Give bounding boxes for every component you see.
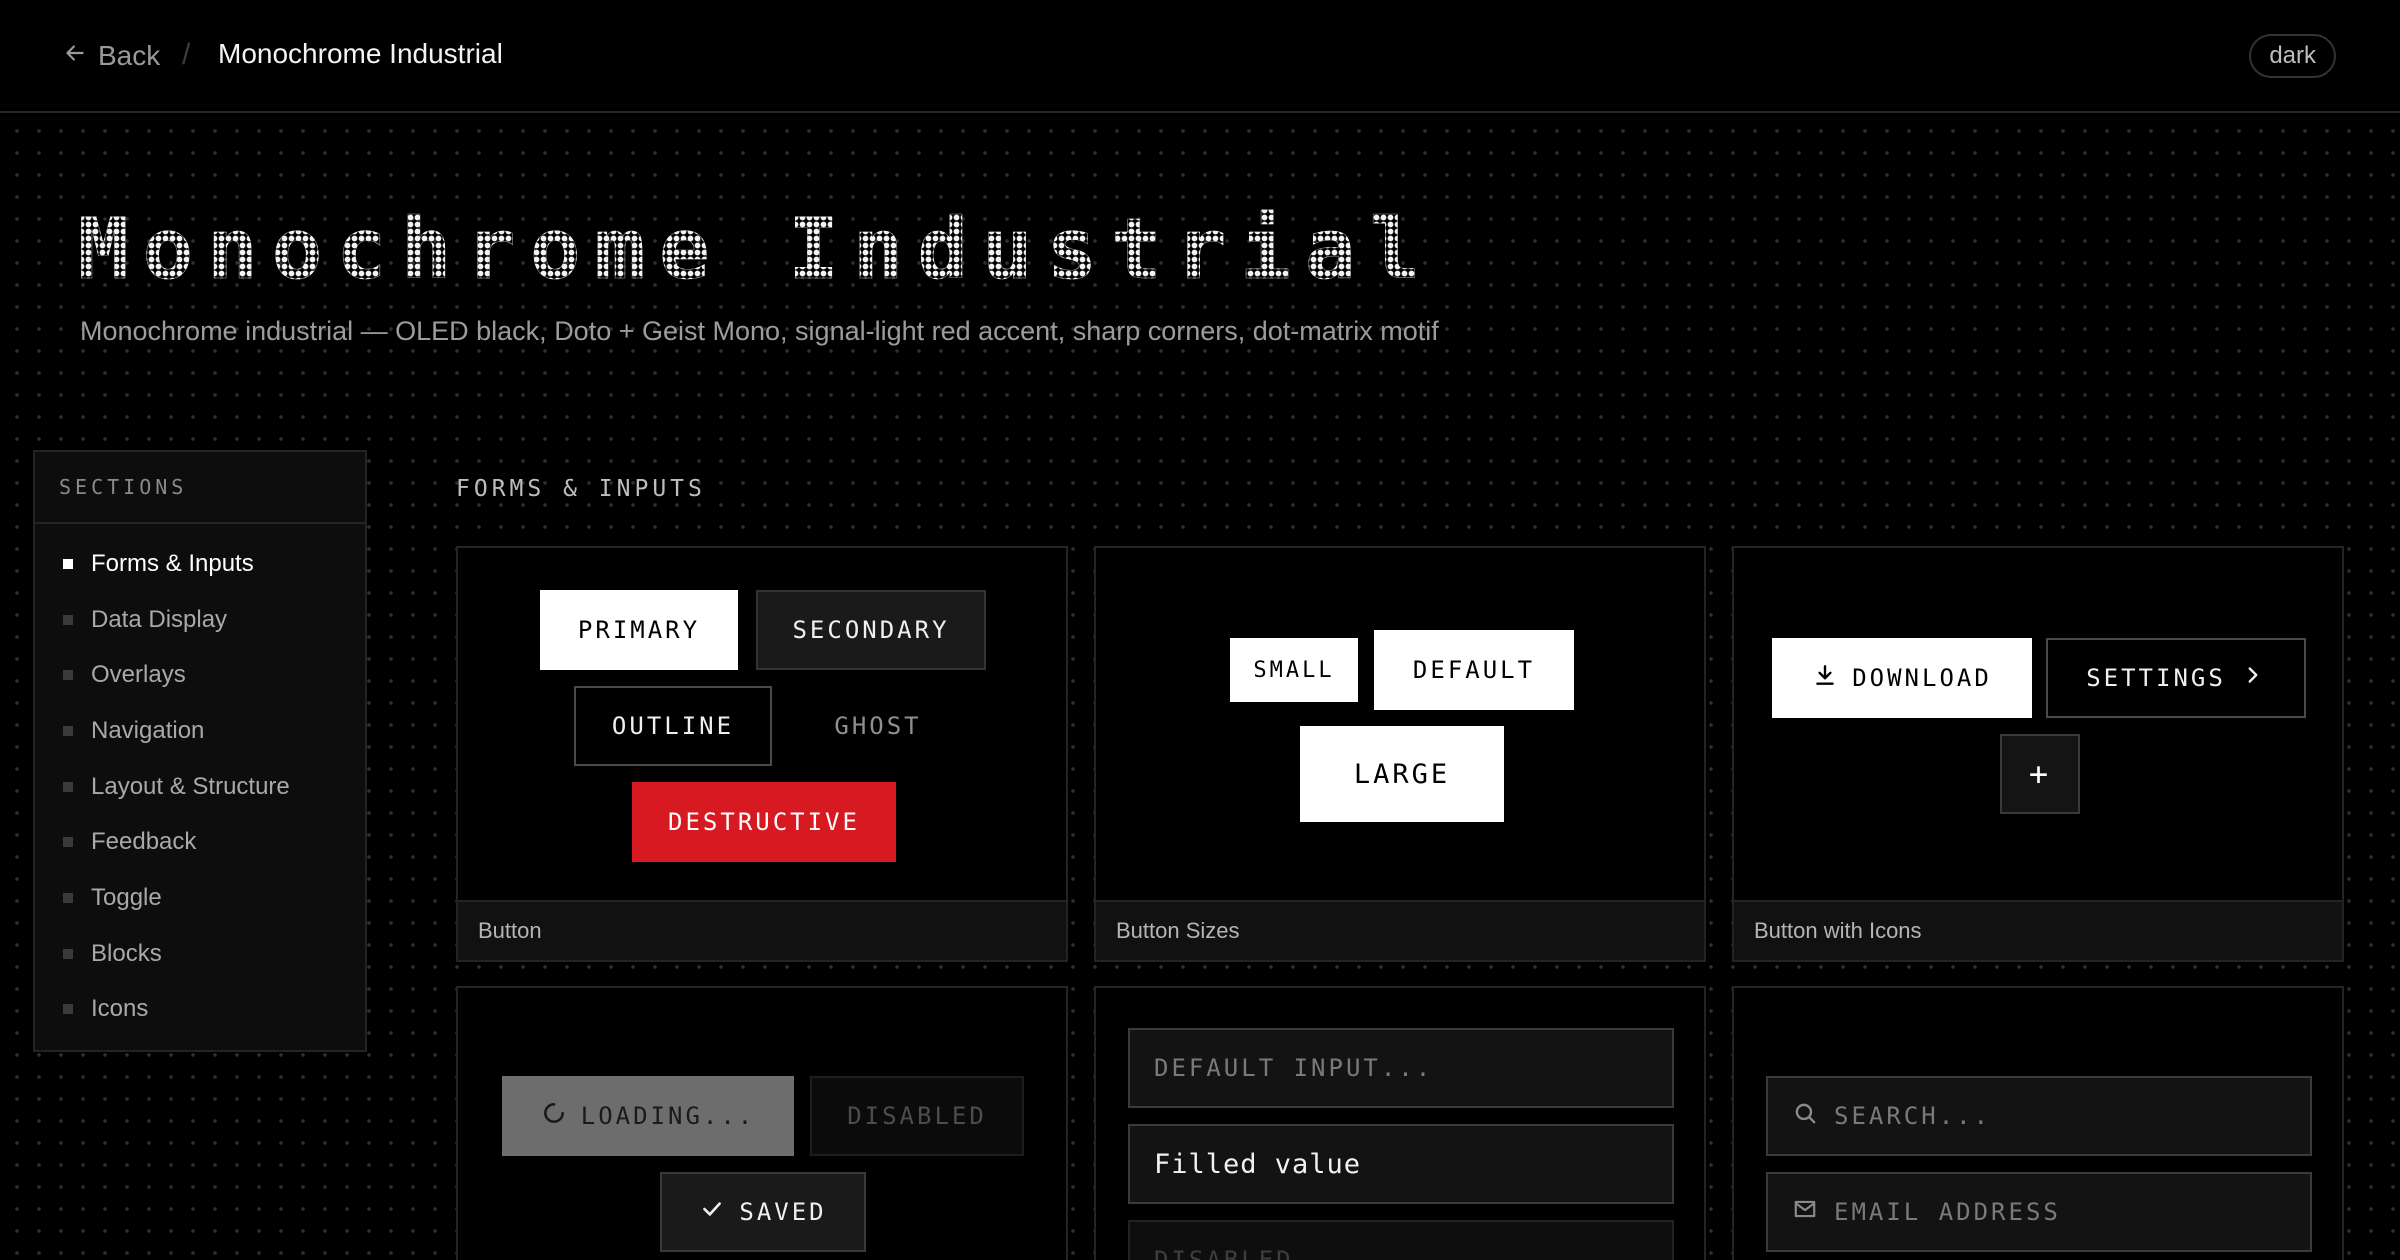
chevron-right-icon: [2240, 662, 2266, 694]
destructive-button[interactable]: DESTRUCTIVE: [632, 782, 896, 862]
saved-button[interactable]: SAVED: [660, 1172, 866, 1252]
card-footer-label: Button Sizes: [1096, 900, 1704, 960]
breadcrumb-separator: /: [182, 38, 191, 71]
breadcrumb-title: Monochrome Industrial: [218, 38, 503, 69]
sections-sidebar: SECTIONS Forms & Inputs Data Display Ove…: [33, 450, 367, 1052]
plus-icon: +: [2028, 755, 2052, 793]
sidebar-item-label: Data Display: [91, 605, 228, 633]
arrow-left-icon: [62, 40, 88, 73]
spinner-icon: [541, 1100, 567, 1132]
outline-button[interactable]: OUTLINE: [574, 686, 772, 766]
sidebar-item-navigation[interactable]: Navigation: [35, 703, 365, 759]
sidebar-item-feedback[interactable]: Feedback: [35, 814, 365, 870]
email-input[interactable]: EMAIL ADDRESS: [1766, 1172, 2312, 1252]
ghost-button[interactable]: GHOST: [788, 686, 968, 766]
search-icon: [1792, 1100, 1818, 1132]
settings-label: SETTINGS: [2086, 664, 2226, 692]
square-bullet-icon: [63, 558, 73, 569]
sidebar-heading: SECTIONS: [35, 452, 365, 524]
search-placeholder: SEARCH...: [1834, 1102, 1992, 1130]
sidebar-item-toggle[interactable]: Toggle: [35, 870, 365, 926]
square-bullet-icon: [63, 614, 73, 625]
check-icon: [699, 1196, 725, 1228]
theme-toggle[interactable]: dark: [2249, 34, 2336, 78]
square-bullet-icon: [63, 725, 73, 736]
loading-label: LOADING...: [580, 1102, 756, 1130]
download-icon: [1812, 662, 1838, 694]
sidebar-item-label: Feedback: [91, 828, 197, 856]
square-bullet-icon: [63, 1004, 73, 1015]
default-input[interactable]: DEFAULT INPUT...: [1128, 1028, 1674, 1108]
small-button[interactable]: SMALL: [1230, 638, 1358, 702]
back-label: Back: [98, 40, 161, 71]
sidebar-item-overlays[interactable]: Overlays: [35, 647, 365, 703]
card-footer-label: Button: [458, 900, 1066, 960]
settings-button[interactable]: SETTINGS: [2046, 638, 2306, 718]
sidebar-item-label: Layout & Structure: [91, 772, 290, 800]
section-heading: FORMS & INPUTS: [456, 476, 706, 502]
default-button[interactable]: DEFAULT: [1374, 630, 1574, 710]
loading-button[interactable]: LOADING...: [502, 1076, 794, 1156]
secondary-button[interactable]: SECONDARY: [756, 590, 986, 670]
card-button-with-icons: DOWNLOAD SETTINGS + Button with Icons: [1732, 546, 2344, 962]
sidebar-item-icons[interactable]: Icons: [35, 982, 365, 1038]
download-label: DOWNLOAD: [1852, 664, 1992, 692]
square-bullet-icon: [63, 781, 73, 792]
sidebar-item-blocks[interactable]: Blocks: [35, 926, 365, 982]
card-button: PRIMARY SECONDARY OUTLINE GHOST DESTRUCT…: [456, 546, 1068, 962]
square-bullet-icon: [63, 837, 73, 848]
page-title: Monochrome Industrial: [78, 200, 1435, 299]
sidebar-item-layout-structure[interactable]: Layout & Structure: [35, 759, 365, 815]
sidebar-item-label: Icons: [91, 995, 149, 1023]
email-placeholder: EMAIL ADDRESS: [1834, 1198, 2061, 1226]
back-link[interactable]: Back: [62, 36, 160, 76]
card-inputs-with-icons: SEARCH... EMAIL ADDRESS: [1732, 986, 2344, 1260]
square-bullet-icon: [63, 670, 73, 681]
card-button-sizes: SMALL DEFAULT LARGE Button Sizes: [1094, 546, 1706, 962]
saved-label: SAVED: [739, 1198, 827, 1226]
filled-input[interactable]: Filled value: [1128, 1124, 1674, 1204]
square-bullet-icon: [63, 892, 73, 903]
card-footer-label: Button with Icons: [1734, 900, 2342, 960]
sidebar-nav: Forms & Inputs Data Display Overlays Nav…: [35, 524, 365, 1037]
disabled-input[interactable]: DISABLED...: [1128, 1220, 1674, 1260]
sidebar-item-label: Navigation: [91, 716, 205, 744]
sidebar-item-forms-inputs[interactable]: Forms & Inputs: [35, 536, 365, 592]
download-button[interactable]: DOWNLOAD: [1772, 638, 2032, 718]
card-button-states: LOADING... DISABLED SAVED: [456, 986, 1068, 1260]
mail-icon: [1792, 1196, 1818, 1228]
top-bar: Back / Monochrome Industrial dark: [0, 0, 2400, 113]
sidebar-item-label: Overlays: [91, 661, 186, 689]
large-button[interactable]: LARGE: [1300, 726, 1504, 822]
sidebar-item-label: Toggle: [91, 883, 162, 911]
page-subtitle: Monochrome industrial — OLED black, Doto…: [80, 316, 1439, 346]
search-input[interactable]: SEARCH...: [1766, 1076, 2312, 1156]
primary-button[interactable]: PRIMARY: [540, 590, 738, 670]
disabled-button[interactable]: DISABLED: [810, 1076, 1024, 1156]
sidebar-item-label: Blocks: [91, 939, 162, 967]
add-icon-button[interactable]: +: [2000, 734, 2080, 814]
square-bullet-icon: [63, 948, 73, 959]
card-inputs: DEFAULT INPUT... Filled value DISABLED..…: [1094, 986, 1706, 1260]
sidebar-item-label: Forms & Inputs: [91, 549, 254, 577]
sidebar-item-data-display[interactable]: Data Display: [35, 592, 365, 648]
